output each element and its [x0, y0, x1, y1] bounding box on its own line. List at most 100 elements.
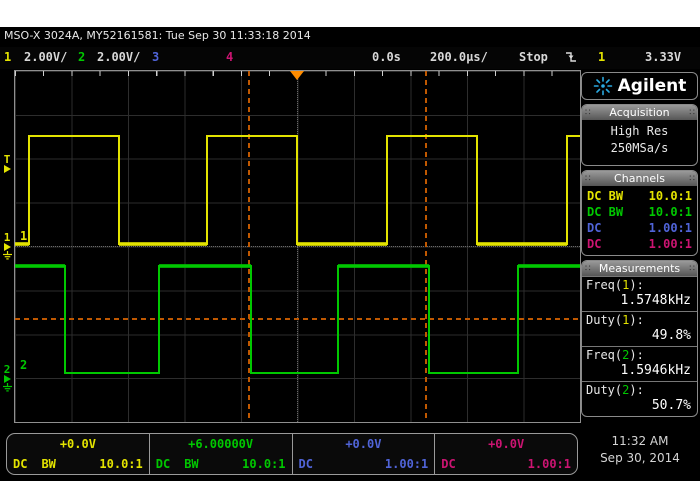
ch3-number[interactable]: 3	[152, 50, 159, 64]
channel-status-strip: +0.0V DC BW 10.0:1 +6.00000V DC BW 10.0:…	[6, 433, 578, 475]
meas-name: Freq(	[586, 278, 622, 292]
ch2-probe-ratio: 10.0:1	[649, 204, 692, 220]
ch4-status-box[interactable]: +0.0V DC 1.00:1	[434, 434, 577, 474]
brand-box: Agilent	[581, 72, 698, 100]
meas-value: 49.8%	[586, 328, 693, 344]
ch4-probe-ratio: 1.00:1	[528, 457, 571, 471]
ch2-trace-label: 2	[20, 358, 27, 372]
ch2-ground-symbol-icon	[2, 383, 13, 392]
ch2-coupling: DC BW	[587, 204, 623, 220]
ch1-number[interactable]: 1	[4, 50, 11, 64]
clock: 11:32 AM Sep 30, 2014	[582, 433, 698, 467]
ch2-status-box[interactable]: +6.00000V DC BW 10.0:1	[149, 434, 292, 474]
ch3-probe-ratio: 1.00:1	[649, 220, 692, 236]
info-sidebar: Agilent ∷ Acquisition ∷ High Res 250MSa/…	[581, 72, 698, 421]
ch2-ground-marker[interactable]: 2	[0, 365, 14, 392]
waveform-display: 1 2	[14, 70, 581, 423]
trigger-source[interactable]: 1	[598, 50, 605, 64]
ch3-offset: +0.0V	[293, 437, 435, 451]
meas-value: 1.5748kHz	[586, 293, 693, 309]
measurement-duty1: Duty(1): 49.8%	[582, 311, 697, 346]
measurements-panel: ∷ Measurements ∷ Freq(1): 1.5748kHz Duty…	[581, 260, 698, 417]
ch1-coupling: DC	[13, 457, 27, 471]
oscilloscope-screenshot: MSO-X 3024A, MY52161581: Tue Sep 30 11:3…	[0, 0, 700, 500]
brand-name: Agilent	[618, 76, 687, 96]
measurement-freq1: Freq(1): 1.5748kHz	[582, 276, 697, 311]
channels-header[interactable]: ∷ Channels ∷	[582, 171, 697, 186]
measurements-header[interactable]: ∷ Measurements ∷	[582, 261, 697, 276]
waveform-traces	[15, 71, 580, 422]
delay-readout[interactable]: 0.0s	[372, 50, 401, 64]
meas-value: 50.7%	[586, 398, 693, 414]
trigger-marker-label: T	[4, 153, 11, 166]
ch1-probe-ratio: 10.0:1	[649, 188, 692, 204]
channels-panel: ∷ Channels ∷ DC BW 10.0:1 DC BW 10.0:1 D…	[581, 170, 698, 256]
grip-dots-icon: ∷	[585, 174, 590, 184]
ch4-coupling: DC	[441, 457, 455, 471]
ch2-number[interactable]: 2	[78, 50, 85, 64]
meas-name-end: ):	[629, 278, 643, 292]
date-readout: Sep 30, 2014	[582, 450, 698, 467]
ch2-offset: +6.00000V	[150, 437, 292, 451]
acquisition-header[interactable]: ∷ Acquisition ∷	[582, 105, 697, 120]
oscilloscope-screen: MSO-X 3024A, MY52161581: Tue Sep 30 11:3…	[0, 27, 700, 481]
channels-title: Channels	[614, 172, 665, 185]
trigger-level-marker[interactable]: T	[0, 155, 14, 173]
ch2-bw-limit: BW	[184, 457, 198, 471]
ch1-scale[interactable]: 2.00V/	[24, 50, 67, 64]
ch1-probe-ratio: 10.0:1	[99, 457, 142, 471]
grip-dots-icon: ∷	[585, 264, 590, 274]
meas-name-end: ):	[629, 383, 643, 397]
grip-dots-icon: ∷	[689, 174, 694, 184]
bottom-bar: +0.0V DC BW 10.0:1 +6.00000V DC BW 10.0:…	[0, 431, 700, 477]
ch1-bw-limit: BW	[41, 457, 55, 471]
titlebar-text: MSO-X 3024A, MY52161581: Tue Sep 30 11:3…	[4, 29, 311, 42]
ch2-scale[interactable]: 2.00V/	[97, 50, 140, 64]
ch1-ground-label: 1	[4, 231, 11, 244]
meas-name: Freq(	[586, 348, 622, 362]
ch1-offset: +0.0V	[7, 437, 149, 451]
run-state-badge[interactable]: Stop	[519, 50, 548, 64]
status-bar: 1 2.00V/ 2 2.00V/ 3 4 0.0s 200.0μs/ Stop…	[0, 47, 700, 69]
measurements-title: Measurements	[599, 262, 680, 275]
ch1-ground-arrow-icon	[3, 243, 11, 251]
ch2-coupling-row: DC BW 10.0:1	[582, 204, 697, 220]
ch3-coupling-row: DC 1.00:1	[582, 220, 697, 236]
ch1-coupling-row: DC BW 10.0:1	[582, 188, 697, 204]
sample-rate: 250MSa/s	[582, 140, 697, 157]
trigger-marker-arrow-icon	[3, 165, 11, 173]
ch1-ground-marker[interactable]: 1	[0, 233, 14, 260]
meas-name: Duty(	[586, 313, 622, 327]
meas-name-end: ):	[629, 313, 643, 327]
ch1-trace-label: 1	[20, 229, 27, 243]
acquisition-title: Acquisition	[609, 106, 669, 119]
ch2-coupling: DC	[156, 457, 170, 471]
trigger-level[interactable]: 3.33V	[645, 50, 681, 64]
ch3-probe-ratio: 1.00:1	[385, 457, 428, 471]
ch2-probe-ratio: 10.0:1	[242, 457, 285, 471]
measurement-duty2: Duty(2): 50.7%	[582, 381, 697, 416]
ch4-coupling: DC	[587, 236, 601, 252]
meas-value: 1.5946kHz	[586, 363, 693, 379]
ch1-coupling: DC BW	[587, 188, 623, 204]
ch4-probe-ratio: 1.00:1	[649, 236, 692, 252]
grip-dots-icon: ∷	[689, 264, 694, 274]
ch3-coupling: DC	[299, 457, 313, 471]
acquisition-mode: High Res	[582, 123, 697, 140]
meas-name-end: ):	[629, 348, 643, 362]
agilent-starburst-icon	[593, 76, 613, 96]
ch4-number[interactable]: 4	[226, 50, 233, 64]
ch3-coupling: DC	[587, 220, 601, 236]
ch3-status-box[interactable]: +0.0V DC 1.00:1	[292, 434, 435, 474]
grip-dots-icon: ∷	[585, 108, 590, 118]
acquisition-panel: ∷ Acquisition ∷ High Res 250MSa/s	[581, 104, 698, 166]
ch1-status-box[interactable]: +0.0V DC BW 10.0:1	[7, 434, 149, 474]
ch4-offset: +0.0V	[435, 437, 577, 451]
meas-name: Duty(	[586, 383, 622, 397]
ch2-ground-arrow-icon	[3, 375, 11, 383]
grip-dots-icon: ∷	[689, 108, 694, 118]
timebase-readout[interactable]: 200.0μs/	[430, 50, 488, 64]
ch4-coupling-row: DC 1.00:1	[582, 236, 697, 252]
trigger-edge-icon	[564, 50, 578, 67]
ch2-ground-label: 2	[4, 363, 11, 376]
